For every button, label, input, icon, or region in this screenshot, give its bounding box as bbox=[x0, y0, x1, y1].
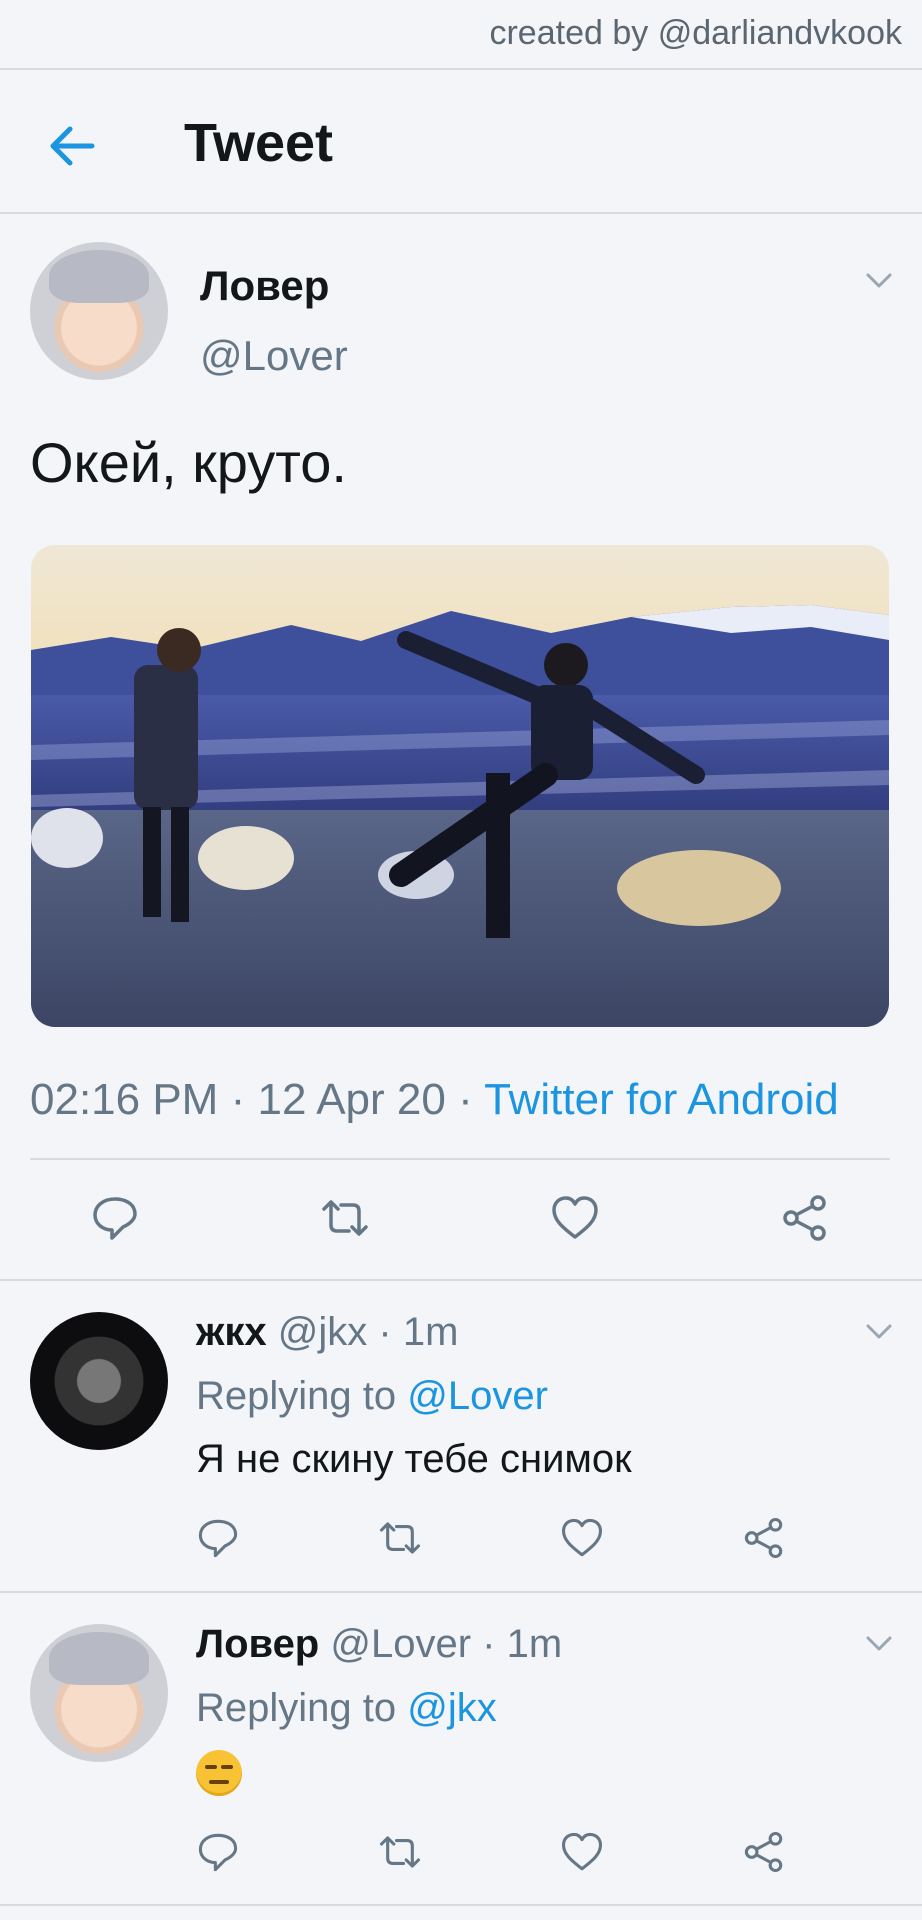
reply-age: 1m bbox=[402, 1310, 459, 1354]
reply-age: 1m bbox=[506, 1622, 563, 1666]
emoji-eye bbox=[221, 1765, 233, 1769]
replying-mention[interactable]: @jkx bbox=[407, 1686, 497, 1730]
watermark-text: created by @darliandvkook bbox=[489, 14, 902, 52]
tweet-time: 02:16 PM bbox=[30, 1075, 219, 1124]
replying-prefix: Replying to bbox=[196, 1686, 397, 1730]
replying-prefix: Replying to bbox=[196, 1374, 397, 1418]
meta-separator: · bbox=[230, 1075, 246, 1124]
reply-avatar[interactable] bbox=[30, 1312, 168, 1450]
reply-button[interactable] bbox=[196, 1830, 240, 1874]
chevron-down-icon bbox=[866, 1324, 892, 1339]
reply-menu-button[interactable] bbox=[864, 1316, 894, 1346]
emoji-mouth bbox=[209, 1780, 229, 1784]
back-button[interactable] bbox=[44, 118, 100, 174]
author-handle[interactable]: @Lover bbox=[200, 332, 348, 380]
like-button[interactable] bbox=[560, 1516, 604, 1560]
bottom-divider bbox=[0, 1904, 922, 1906]
back-arrow-icon bbox=[50, 126, 95, 166]
reply-author-handle[interactable]: @jkx bbox=[278, 1310, 368, 1354]
meta-separator: · bbox=[458, 1075, 473, 1124]
retweet-icon bbox=[379, 1522, 421, 1554]
reply-separator: · bbox=[482, 1622, 496, 1666]
reply-author-name[interactable]: жкх bbox=[196, 1310, 267, 1354]
retweet-icon bbox=[379, 1836, 421, 1868]
reply-icon bbox=[198, 1833, 238, 1872]
tweet-meta: 02:16 PM · 12 Apr 20 · Twitter for Andro… bbox=[30, 1075, 839, 1125]
like-button[interactable] bbox=[550, 1193, 600, 1243]
share-button[interactable] bbox=[742, 1516, 786, 1560]
emoji-eye bbox=[205, 1765, 217, 1769]
like-icon bbox=[561, 1518, 603, 1557]
page-title: Tweet bbox=[184, 113, 334, 173]
replying-to: Replying to @jkx bbox=[196, 1686, 497, 1731]
reply-icon bbox=[93, 1197, 137, 1240]
tweet-text: Окей, круто. bbox=[30, 431, 347, 494]
share-button[interactable] bbox=[780, 1193, 830, 1243]
tweet-source-link[interactable]: Twitter for Android bbox=[484, 1075, 839, 1124]
chevron-down-icon bbox=[866, 273, 892, 288]
replying-mention[interactable]: @Lover bbox=[407, 1374, 548, 1418]
tweet-menu-button[interactable] bbox=[864, 265, 894, 295]
reply-avatar[interactable] bbox=[30, 1624, 168, 1762]
like-icon bbox=[561, 1832, 603, 1871]
author-avatar[interactable] bbox=[30, 242, 168, 380]
reply-author-handle[interactable]: @Lover bbox=[330, 1622, 471, 1666]
reply-separator: · bbox=[378, 1310, 392, 1354]
reply-divider bbox=[0, 1591, 922, 1593]
reply-button[interactable] bbox=[196, 1516, 240, 1560]
header-divider bbox=[0, 212, 922, 214]
share-icon bbox=[783, 1195, 826, 1241]
reply-header: жкх @jkx · 1m bbox=[196, 1310, 458, 1355]
like-button[interactable] bbox=[560, 1830, 604, 1874]
tweet-photo[interactable] bbox=[31, 545, 889, 1027]
chevron-down-icon bbox=[866, 1636, 892, 1651]
tweet-divider bbox=[0, 1279, 922, 1281]
author-name[interactable]: Ловер bbox=[200, 262, 329, 310]
like-icon bbox=[552, 1196, 598, 1239]
retweet-icon bbox=[322, 1200, 368, 1236]
photo-illustration bbox=[31, 545, 889, 1027]
share-icon bbox=[744, 1831, 783, 1873]
reply-header: Ловер @Lover · 1m bbox=[196, 1622, 562, 1667]
replying-to: Replying to @Lover bbox=[196, 1374, 548, 1419]
meta-divider bbox=[30, 1158, 890, 1160]
tweet-date: 12 Apr 20 bbox=[257, 1075, 446, 1124]
expressionless-face-emoji bbox=[196, 1750, 242, 1796]
retweet-button[interactable] bbox=[320, 1193, 370, 1243]
retweet-button[interactable] bbox=[378, 1830, 422, 1874]
reply-menu-button[interactable] bbox=[864, 1628, 894, 1658]
share-button[interactable] bbox=[742, 1830, 786, 1874]
reply-icon bbox=[198, 1519, 238, 1558]
retweet-button[interactable] bbox=[378, 1516, 422, 1560]
reply-author-name[interactable]: Ловер bbox=[196, 1622, 319, 1666]
reply-button[interactable] bbox=[90, 1193, 140, 1243]
share-icon bbox=[744, 1517, 783, 1559]
reply-text: Я не скину тебе снимок bbox=[196, 1437, 632, 1481]
top-divider bbox=[0, 68, 922, 70]
